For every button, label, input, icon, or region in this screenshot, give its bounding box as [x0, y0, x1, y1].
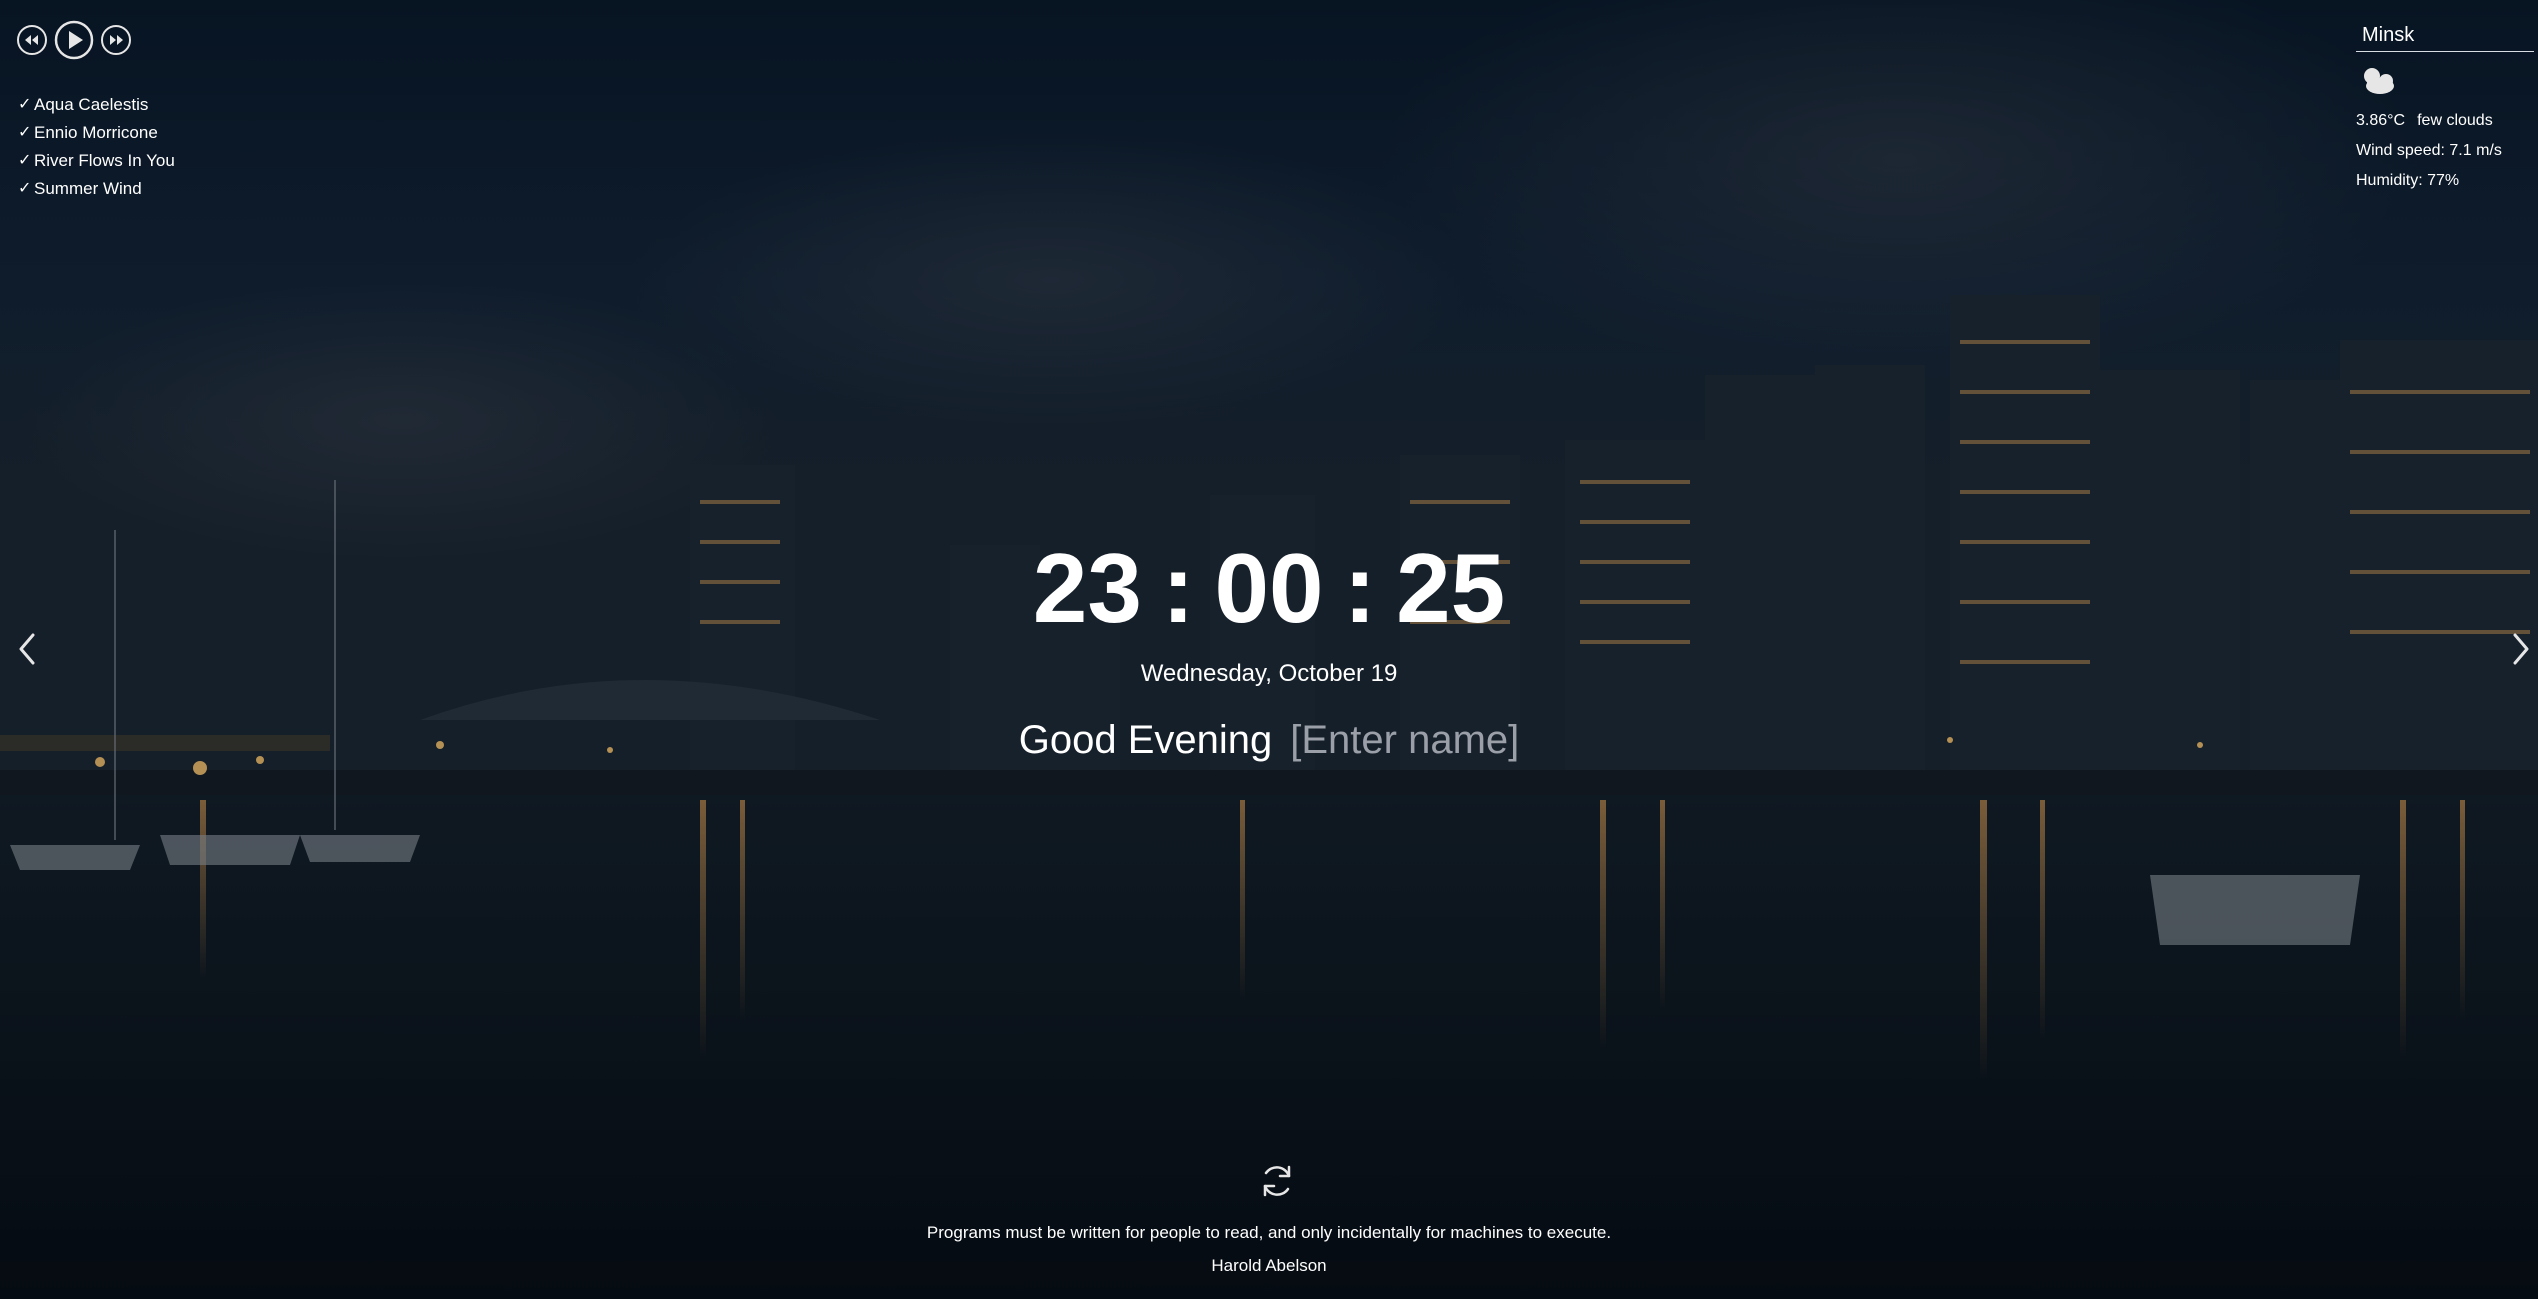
weather-description: few clouds — [2417, 112, 2493, 129]
chevron-left-icon[interactable] — [16, 631, 38, 667]
city-input[interactable] — [2356, 22, 2534, 52]
few-clouds-night-icon — [2364, 68, 2394, 94]
play-button[interactable] — [54, 20, 94, 60]
clock-separator: : — [1343, 533, 1377, 643]
refresh-icon[interactable] — [1258, 1162, 1296, 1200]
greeting: Good Evening [Enter name] — [0, 715, 2538, 765]
next-track-button[interactable] — [100, 24, 132, 56]
name-input[interactable]: [Enter name] — [1290, 718, 1519, 762]
track-title: Ennio Morricone — [34, 123, 158, 142]
check-icon: ✓ — [18, 96, 32, 113]
temperature: 3.86°C — [2356, 112, 2406, 129]
clock-separator: : — [1161, 533, 1195, 643]
clock-seconds: 25 — [1396, 533, 1506, 643]
check-icon: ✓ — [18, 152, 32, 169]
wind-speed: Wind speed: 7.1 m/s — [2356, 142, 2502, 159]
playlist: ✓ Aqua Caelestis ✓ Ennio Morricone ✓ River … — [18, 91, 175, 203]
playlist-item[interactable]: ✓ Summer Wind — [18, 175, 175, 203]
playlist-item[interactable]: ✓ Aqua Caelestis — [18, 91, 175, 119]
check-icon: ✓ — [18, 180, 32, 197]
playlist-item[interactable]: ✓ Ennio Morricone — [18, 119, 175, 147]
track-title: Aqua Caelestis — [34, 95, 149, 114]
quote-author: Harold Abelson — [1211, 1256, 1327, 1275]
background-city-night-image — [0, 0, 2538, 1299]
audio-player — [16, 20, 132, 60]
weather-widget: 3.86°C few clouds Wind speed: 7.1 m/s Hum… — [2356, 22, 2534, 196]
clock-hours: 23 — [1032, 533, 1142, 643]
humidity: Humidity: 77% — [2356, 172, 2460, 189]
playlist-item[interactable]: ✓ River Flows In You — [18, 147, 175, 175]
clock: 23:00:25 — [0, 537, 2538, 639]
chevron-right-icon[interactable] — [2510, 631, 2532, 667]
track-title: Summer Wind — [34, 179, 142, 198]
check-icon: ✓ — [18, 124, 32, 141]
weather-summary: 3.86°C few clouds — [2356, 106, 2531, 136]
previous-track-button[interactable] — [16, 24, 48, 56]
track-title: River Flows In You — [34, 151, 175, 170]
date: Wednesday, October 19 — [1140, 660, 1398, 687]
clock-minutes: 00 — [1214, 533, 1324, 643]
greeting-text: Good Evening — [1018, 718, 1273, 762]
quote-text: Programs must be written for people to r… — [926, 1223, 1612, 1242]
